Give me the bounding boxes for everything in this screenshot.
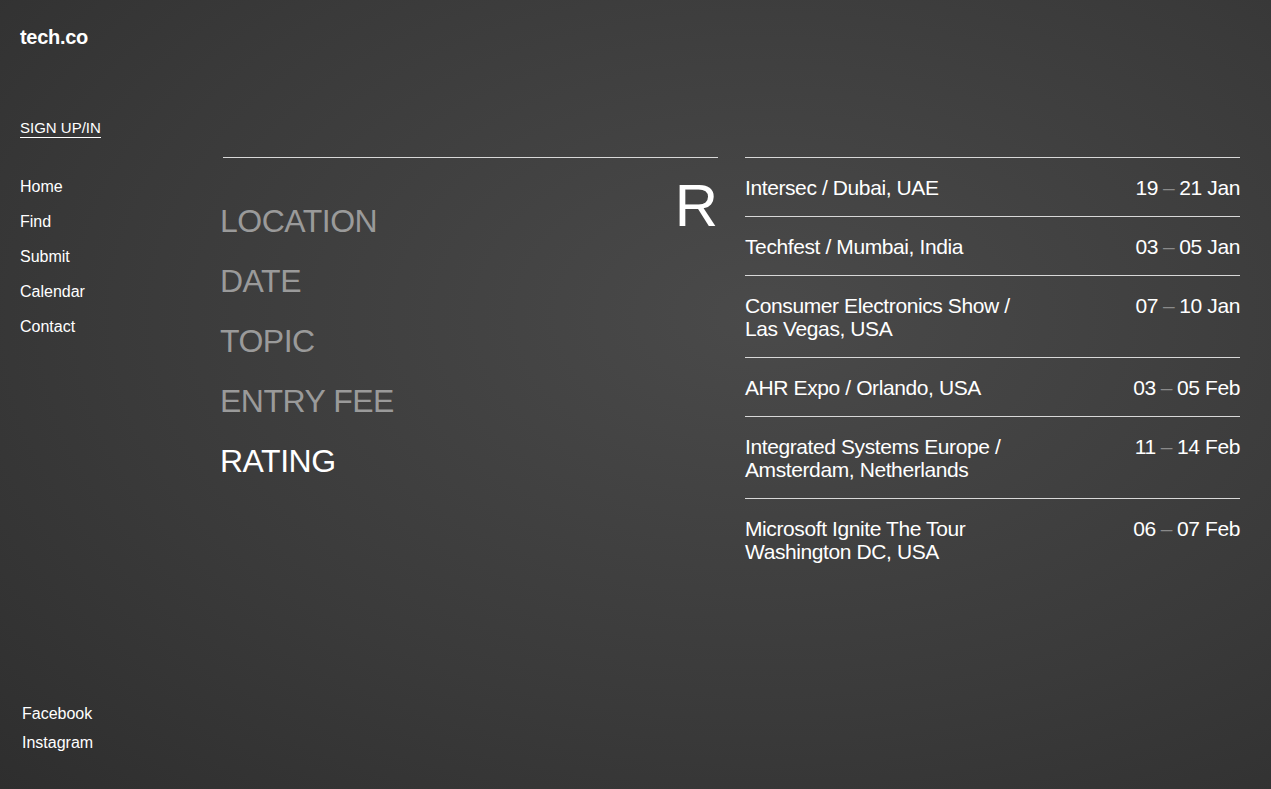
event-row[interactable]: Techfest / Mumbai, India 03–05 Jan: [745, 216, 1240, 275]
event-date: 06–07 Feb: [1133, 517, 1240, 540]
social-links: Facebook Instagram: [20, 704, 220, 753]
event-row[interactable]: Integrated Systems Europe /Amsterdam, Ne…: [745, 416, 1240, 498]
event-row[interactable]: AHR Expo / Orlando, USA 03–05 Feb: [745, 357, 1240, 416]
nav-item[interactable]: Find: [20, 211, 220, 232]
event-title: AHR Expo / Orlando, USA: [745, 376, 981, 399]
sidebar: tech.co SIGN UP/IN Home Find Submit Calendar C…: [0, 0, 220, 789]
event-row[interactable]: Intersec / Dubai, UAE 19–21 Jan: [745, 157, 1240, 216]
event-title: Microsoft Ignite The TourWashington DC, …: [745, 517, 965, 563]
page: tech.co SIGN UP/IN Home Find Submit Calendar C…: [0, 0, 1271, 789]
filter-list: LOCATION DATE TOPIC ENTRY FEE RATING: [220, 158, 394, 480]
nav-item[interactable]: Contact: [20, 316, 220, 337]
nav-item[interactable]: Home: [20, 176, 220, 197]
filter-panel: LOCATION DATE TOPIC ENTRY FEE RATING R: [220, 0, 718, 789]
event-title: Consumer Electronics Show /Las Vegas, US…: [745, 294, 1010, 340]
event-title: Integrated Systems Europe /Amsterdam, Ne…: [745, 435, 1000, 481]
filter-item[interactable]: LOCATION: [220, 202, 394, 240]
filter-item[interactable]: RATING: [220, 442, 394, 480]
social-link[interactable]: Instagram: [22, 733, 220, 753]
event-list: Intersec / Dubai, UAE 19–21 Jan Techfest /…: [745, 0, 1240, 789]
filter-item[interactable]: DATE: [220, 262, 394, 300]
filter-item[interactable]: TOPIC: [220, 322, 394, 360]
sign-up-link[interactable]: SIGN UP/IN: [20, 119, 101, 138]
event-date: 07–10 Jan: [1136, 294, 1241, 317]
nav-item[interactable]: Submit: [20, 246, 220, 267]
event-title: Intersec / Dubai, UAE: [745, 176, 939, 199]
filter-item[interactable]: ENTRY FEE: [220, 382, 394, 420]
event-date: 03–05 Jan: [1136, 235, 1241, 258]
filter-initial: R: [675, 176, 718, 236]
event-row[interactable]: Consumer Electronics Show /Las Vegas, US…: [745, 275, 1240, 357]
event-date: 19–21 Jan: [1136, 176, 1241, 199]
nav: Home Find Submit Calendar Contact: [20, 176, 220, 337]
event-row[interactable]: Microsoft Ignite The TourWashington DC, …: [745, 498, 1240, 580]
event-title: Techfest / Mumbai, India: [745, 235, 963, 258]
logo[interactable]: tech.co: [20, 26, 220, 49]
event-date: 11–14 Feb: [1135, 435, 1240, 458]
social-link[interactable]: Facebook: [22, 704, 220, 724]
nav-item[interactable]: Calendar: [20, 281, 220, 302]
event-date: 03–05 Feb: [1133, 376, 1240, 399]
